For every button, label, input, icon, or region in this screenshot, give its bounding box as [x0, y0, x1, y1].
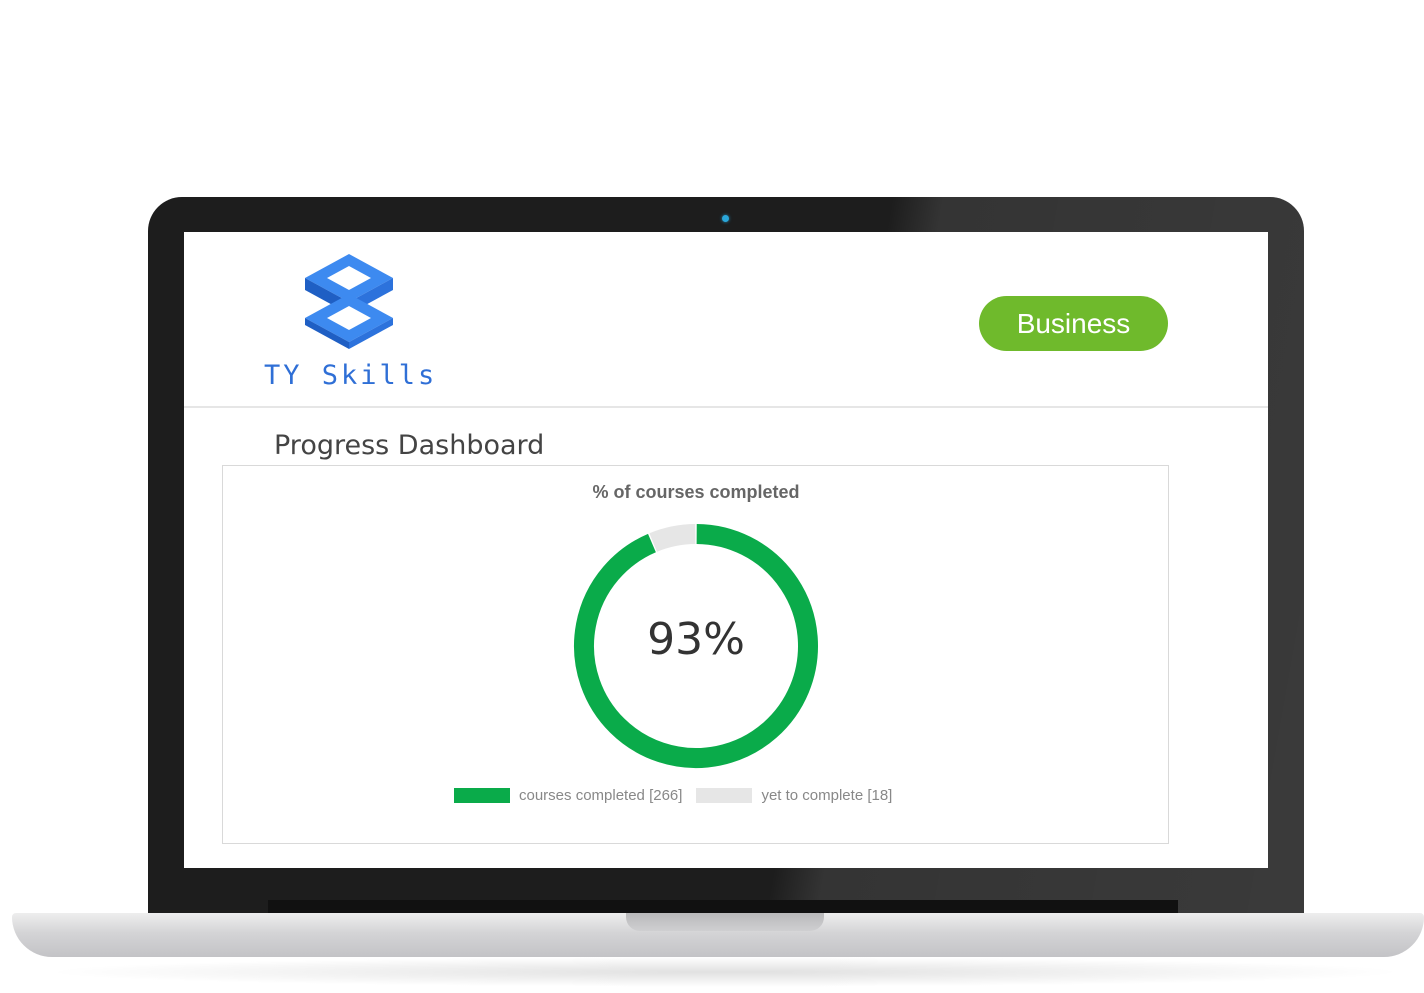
donut-slice-remaining — [649, 524, 696, 552]
laptop-lid-notch — [626, 913, 824, 931]
legend-swatch — [454, 787, 510, 803]
legend-item-completed: courses completed [266] — [454, 787, 682, 804]
page-title: Progress Dashboard — [272, 430, 551, 461]
legend-label: yet to complete [18] — [761, 786, 893, 804]
laptop-shadow — [40, 957, 1410, 987]
legend-label: courses completed [266] — [519, 786, 683, 804]
laptop-hinge — [268, 900, 1178, 913]
brand-name: TY Skills — [264, 360, 438, 391]
stacked-squares-logo-icon — [305, 254, 393, 349]
chart-title: % of courses completed — [592, 482, 800, 502]
chart-legend: courses completed [266] yet to complete [… — [454, 785, 892, 805]
app-header: TY Skills Business — [184, 232, 1268, 408]
business-button[interactable]: Business — [979, 296, 1168, 351]
donut-center-label: 93% — [647, 614, 745, 665]
webcam-icon — [722, 215, 729, 222]
stage: TY Skills Business Progress Dashboard % … — [0, 0, 1424, 993]
legend-swatch — [696, 787, 753, 803]
laptop-screen: TY Skills Business Progress Dashboard % … — [184, 232, 1268, 868]
legend-item-remaining: yet to complete [18] — [696, 787, 892, 804]
